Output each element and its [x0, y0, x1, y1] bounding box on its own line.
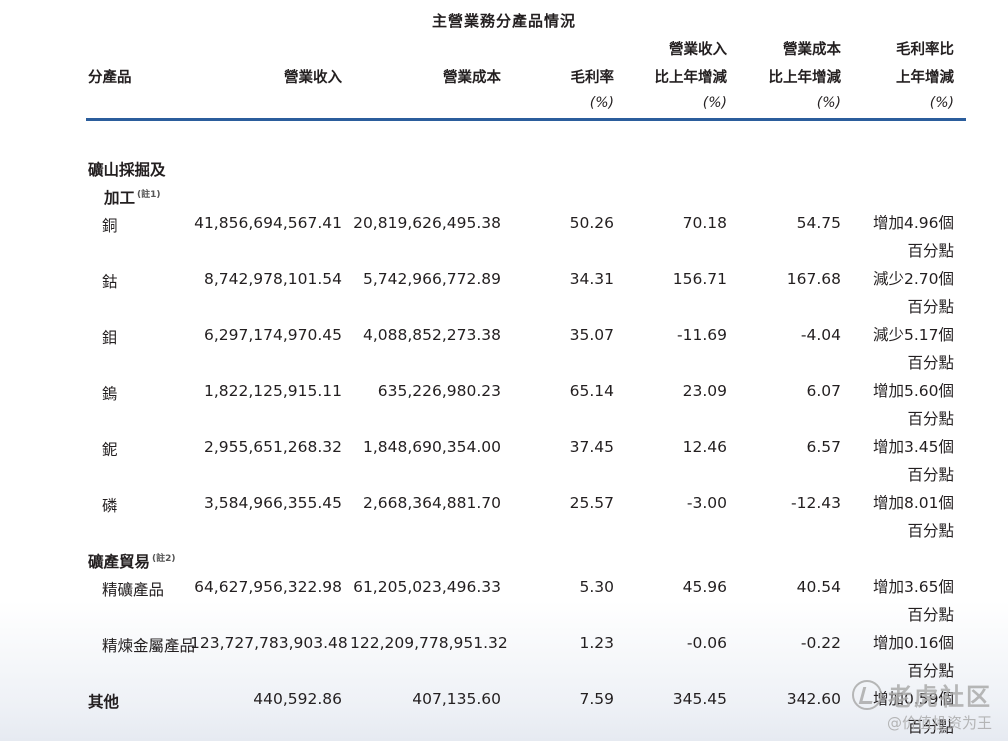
margin-change-cell: 增加5.60個: [872, 382, 954, 400]
revenue-change-cell: -3.00: [686, 494, 727, 512]
row-label: 銅: [102, 217, 118, 235]
header-cost-change-2: 比上年增減: [768, 70, 842, 86]
revenue-cell: 64,627,956,322.98: [194, 578, 342, 596]
unit-cost-change: (%): [816, 95, 841, 111]
section-mining-label: 礦山採掘及: [88, 161, 166, 179]
margin-cell: 65.14: [569, 382, 614, 400]
header-cost-change-1: 營業成本: [783, 42, 841, 58]
margin-change-unit: 百分點: [907, 522, 954, 540]
unit-margin-change: (%): [929, 95, 954, 111]
revenue-cell: 2,955,651,268.32: [203, 438, 342, 456]
header-margin-change-1: 毛利率比: [896, 42, 954, 58]
cost-change-cell: -0.22: [800, 634, 841, 652]
cost-cell: 635,226,980.23: [377, 382, 501, 400]
row-label: 精煉金屬產品: [102, 637, 196, 655]
watermark: 老虎社区 @价值投资为王: [852, 677, 992, 733]
margin-cell: 5.30: [579, 578, 614, 596]
revenue-change-cell: 45.96: [682, 578, 727, 596]
unit-margin: (%): [589, 95, 614, 111]
margin-change-cell: 增加8.01個: [872, 494, 954, 512]
margin-cell: 25.57: [569, 494, 614, 512]
margin-change-unit: 百分點: [907, 606, 954, 624]
table-title: 主營業務分產品情況: [431, 12, 576, 30]
cost-change-cell: -4.04: [800, 326, 841, 344]
cost-cell: 1,848,690,354.00: [362, 438, 501, 456]
margin-cell: 1.23: [579, 634, 614, 652]
margin-change-unit: 百分點: [907, 466, 954, 484]
cost-cell: 4,088,852,273.38: [362, 326, 501, 344]
cost-cell: 122,209,778,951.32: [350, 634, 508, 652]
header-margin-change-2: 上年增減: [896, 70, 954, 86]
revenue-cell: 6,297,174,970.45: [203, 326, 342, 344]
margin-change-cell: 增加3.65個: [872, 578, 954, 596]
revenue-change-cell: 156.71: [672, 270, 727, 288]
cost-cell: 20,819,626,495.38: [353, 214, 501, 232]
margin-change-unit: 百分點: [907, 354, 954, 372]
margin-cell: 37.45: [569, 438, 614, 456]
revenue-cell: 123,727,783,903.48: [190, 634, 348, 652]
cost-change-cell: 167.68: [786, 270, 841, 288]
row-label: 鎢: [102, 385, 118, 403]
cost-change-cell: 6.07: [806, 382, 841, 400]
margin-change-cell: 增加3.45個: [872, 438, 954, 456]
margin-cell: 35.07: [569, 326, 614, 344]
revenue-change-cell: 70.18: [682, 214, 727, 232]
margin-change-unit: 百分點: [907, 242, 954, 260]
revenue-change-cell: 345.45: [672, 690, 727, 708]
revenue-cell: 3,584,966,355.45: [203, 494, 342, 512]
revenue-change-cell: 23.09: [682, 382, 727, 400]
revenue-change-cell: -0.06: [686, 634, 727, 652]
row-label: 其他: [88, 693, 120, 711]
header-margin: 毛利率: [570, 70, 615, 86]
revenue-cell: 440,592.86: [253, 690, 342, 708]
revenue-change-cell: 12.46: [682, 438, 727, 456]
cost-change-cell: 54.75: [796, 214, 841, 232]
footnote-1: (註1): [137, 189, 161, 200]
unit-rev-change: (%): [702, 95, 727, 111]
margin-cell: 7.59: [579, 690, 614, 708]
row-label: 磷: [102, 497, 118, 515]
header-rev-change-2: 比上年增減: [654, 70, 728, 86]
row-label: 鈮: [102, 441, 118, 459]
cost-cell: 2,668,364,881.70: [362, 494, 501, 512]
cost-cell: 407,135.60: [412, 690, 501, 708]
margin-cell: 34.31: [569, 270, 614, 288]
cost-change-cell: 342.60: [786, 690, 841, 708]
header-product: 分產品: [88, 70, 132, 86]
header-rule: [86, 118, 966, 121]
cost-change-cell: -12.43: [791, 494, 841, 512]
row-label: 鈷: [102, 273, 118, 291]
header-rev-change-1: 營業收入: [669, 42, 727, 58]
margin-change-unit: 百分點: [907, 298, 954, 316]
cost-cell: 5,742,966,772.89: [362, 270, 501, 288]
margin-change-cell: 增加4.96個: [872, 214, 954, 232]
revenue-cell: 41,856,694,567.41: [194, 214, 342, 232]
margin-cell: 50.26: [569, 214, 614, 232]
header-cost: 營業成本: [443, 70, 501, 86]
row-label: 精礦產品: [102, 581, 165, 599]
revenue-cell: 1,822,125,915.11: [203, 382, 342, 400]
tiger-logo-icon: [852, 680, 882, 710]
row-label: 鉬: [102, 329, 118, 347]
margin-change-unit: 百分點: [907, 410, 954, 428]
margin-change-cell: 減少5.17個: [872, 326, 954, 344]
section-trading-label: 礦產貿易 (註2): [88, 553, 176, 571]
margin-change-cell: 減少2.70個: [872, 270, 954, 288]
header-revenue: 營業收入: [284, 70, 342, 86]
margin-change-cell: 增加0.16個: [872, 634, 954, 652]
cost-cell: 61,205,023,496.33: [353, 578, 501, 596]
revenue-cell: 8,742,978,101.54: [203, 270, 342, 288]
footnote-2: (註2): [152, 553, 176, 564]
revenue-change-cell: -11.69: [677, 326, 727, 344]
cost-change-cell: 40.54: [796, 578, 841, 596]
section-mining-label-2: 加工 (註1): [104, 189, 161, 207]
cost-change-cell: 6.57: [806, 438, 841, 456]
